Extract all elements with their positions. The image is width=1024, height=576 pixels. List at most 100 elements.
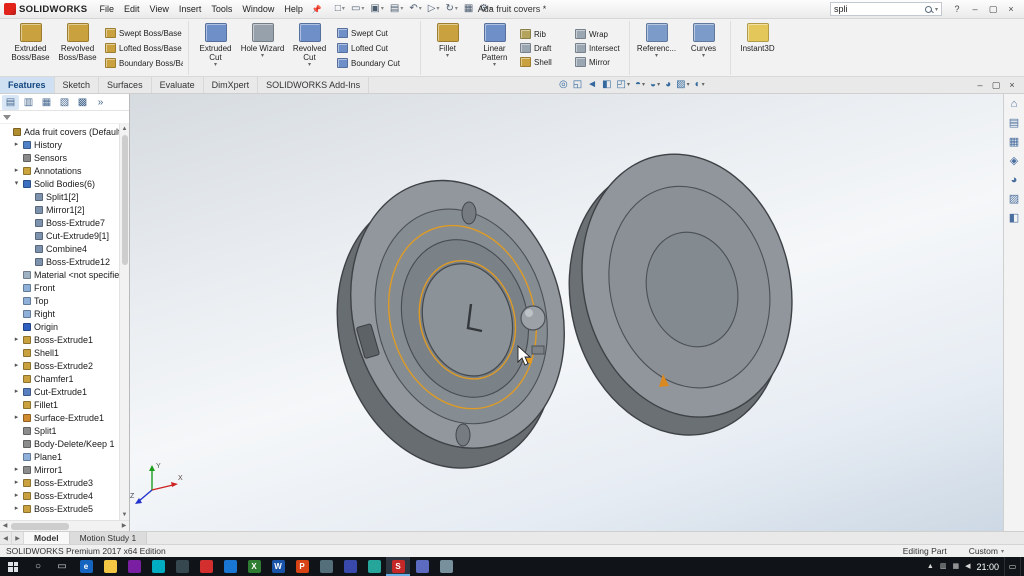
displaymanager-tab[interactable]: ▩ — [74, 95, 91, 110]
command-tab[interactable]: Features — [0, 77, 55, 93]
intersect-button[interactable]: Intersect — [573, 41, 625, 55]
task-pane-home-icon[interactable]: ⌂ — [1011, 99, 1018, 110]
panel-expand-arrow[interactable]: » — [92, 95, 109, 110]
configurationmanager-tab[interactable]: ▦ — [38, 95, 55, 110]
file-explorer-pane-icon[interactable]: ▦ — [1009, 137, 1019, 148]
tree-item[interactable]: Right — [0, 307, 119, 320]
zoom-to-fit-icon[interactable]: ◎ — [557, 80, 570, 90]
tree-filter-row[interactable] — [0, 111, 129, 124]
menu-item[interactable]: Insert — [174, 2, 207, 16]
file-properties-icon[interactable]: ▦ — [461, 3, 476, 15]
tree-horizontal-scrollbar[interactable] — [0, 520, 129, 531]
lofted-cut-button[interactable]: Lofted Cut — [335, 41, 415, 55]
shell-button[interactable]: Shell — [518, 55, 570, 69]
tree-item[interactable]: ▸ Mirror1 — [0, 463, 119, 476]
taskbar-excel-icon[interactable]: X — [242, 557, 266, 576]
scroll-left-icon[interactable] — [1, 522, 9, 530]
taskbar-app-icon[interactable] — [194, 557, 218, 576]
taskbar-word-icon[interactable]: W — [266, 557, 290, 576]
wrap-button[interactable]: Wrap — [573, 27, 625, 41]
taskbar-search-icon[interactable]: ○ — [26, 557, 50, 576]
apply-scene-icon[interactable]: ▨ — [674, 80, 691, 90]
pin-icon[interactable]: 📌 — [312, 5, 322, 14]
taskbar-app-icon[interactable] — [170, 557, 194, 576]
boundary-cut-button[interactable]: Boundary Cut — [335, 56, 415, 70]
previous-view-icon[interactable]: ◄ — [585, 80, 599, 90]
tree-item[interactable]: Fillet1 — [0, 398, 119, 411]
lofted-boss-base-button[interactable]: Lofted Boss/Base — [103, 41, 183, 55]
tray-status-icon[interactable]: ▥ — [940, 563, 947, 570]
tree-item[interactable]: ▸ Annotations — [0, 164, 119, 177]
rebuild-icon[interactable]: ↻ — [442, 3, 460, 15]
print-icon[interactable]: ▤ — [387, 3, 406, 15]
document-tab[interactable]: Model — [24, 532, 70, 544]
tab-scroll-left-icon[interactable] — [0, 532, 12, 544]
tree-item[interactable]: ▸ Boss-Extrude1 — [0, 333, 119, 346]
search-input[interactable] — [834, 4, 922, 14]
tree-expand-arrow[interactable]: ▸ — [13, 141, 20, 148]
help-button[interactable]: ? — [948, 2, 966, 17]
taskbar-file-explorer-icon[interactable] — [98, 557, 122, 576]
tree-item[interactable]: ▾ Solid Bodies(6) — [0, 177, 119, 190]
right-cover-body[interactable] — [539, 132, 822, 458]
tree-item[interactable]: Mirror1[2] — [0, 203, 119, 216]
taskbar-app-icon[interactable] — [338, 557, 362, 576]
scroll-down-icon[interactable] — [121, 511, 129, 519]
tree-expand-arrow[interactable]: ▸ — [13, 479, 20, 486]
taskbar-edge-icon[interactable]: e — [74, 557, 98, 576]
tree-item[interactable]: ▸ History — [0, 138, 119, 151]
swept-boss-base-button[interactable]: Swept Boss/Base — [103, 26, 183, 40]
graphics-viewport[interactable]: Y X Z — [130, 94, 1003, 531]
command-tab[interactable]: SOLIDWORKS Add-Ins — [258, 77, 369, 93]
search-icon[interactable] — [925, 6, 932, 13]
scroll-thumb-horizontal[interactable] — [11, 523, 69, 530]
window-close-button[interactable]: × — [1004, 80, 1020, 90]
tree-vertical-scrollbar[interactable] — [119, 124, 129, 520]
tree-item[interactable]: Split1[2] — [0, 190, 119, 203]
reference-geometry-button[interactable]: Referenc... — [633, 21, 680, 75]
tree-item[interactable]: Boss-Extrude12 — [0, 255, 119, 268]
section-view-icon[interactable]: ◧ — [600, 80, 613, 90]
tree-item[interactable]: Cut-Extrude9[1] — [0, 229, 119, 242]
command-tab[interactable]: Surfaces — [99, 77, 152, 93]
boundary-boss-base-button[interactable]: Boundary Boss/Base — [103, 56, 183, 70]
rib-button[interactable]: Rib — [518, 27, 570, 41]
tree-item[interactable]: ▸ Boss-Extrude3 — [0, 476, 119, 489]
tree-item[interactable]: Plane1 — [0, 450, 119, 463]
document-tab[interactable]: Motion Study 1 — [70, 532, 148, 544]
tree-item[interactable]: Split1 — [0, 424, 119, 437]
new-document-icon[interactable]: □ — [332, 3, 348, 15]
hide-show-items-icon[interactable]: ◒ — [648, 80, 662, 90]
select-icon[interactable]: ▷ — [425, 3, 443, 15]
revolved-boss-base-button[interactable]: Revolved Boss/Base — [54, 21, 101, 75]
search-box[interactable]: ▾ — [830, 2, 942, 16]
tree-item[interactable]: Boss-Extrude7 — [0, 216, 119, 229]
appearances-icon[interactable]: ◕ — [1011, 175, 1018, 186]
open-document-icon[interactable]: ▭ — [348, 3, 367, 15]
tree-item[interactable]: ▸ Surface-Extrude1 — [0, 411, 119, 424]
window-restore-button[interactable]: ▢ — [988, 80, 1004, 91]
custom-properties-icon[interactable]: ▨ — [1009, 194, 1019, 205]
window-minimize-button[interactable]: – — [972, 80, 988, 90]
edit-appearance-icon[interactable]: ◕ — [663, 80, 673, 90]
undo-icon[interactable]: ↶ — [406, 3, 424, 15]
menu-item[interactable]: File — [94, 2, 119, 16]
command-tab[interactable]: Sketch — [55, 77, 100, 93]
tree-expand-arrow[interactable]: ▸ — [13, 336, 20, 343]
menu-item[interactable]: View — [144, 2, 173, 16]
model-scene[interactable]: Y X Z — [130, 94, 1003, 531]
menu-item[interactable]: Help — [279, 2, 308, 16]
curves-button[interactable]: Curves — [680, 21, 727, 75]
detent-ball[interactable] — [521, 306, 545, 330]
scroll-up-icon[interactable] — [121, 125, 129, 133]
tree-item[interactable]: Origin — [0, 320, 119, 333]
status-unit-selector[interactable]: Custom — [969, 546, 1004, 556]
tree-item[interactable]: Chamfer1 — [0, 372, 119, 385]
fillet-button[interactable]: Fillet — [424, 21, 471, 75]
close-button[interactable]: × — [1002, 2, 1020, 17]
tree-expand-arrow[interactable]: ▸ — [13, 167, 20, 174]
scroll-thumb[interactable] — [122, 135, 128, 265]
tree-item[interactable]: ▸ Boss-Extrude2 — [0, 359, 119, 372]
volume-icon[interactable]: ◀ — [965, 563, 970, 570]
tree-item[interactable]: Front — [0, 281, 119, 294]
